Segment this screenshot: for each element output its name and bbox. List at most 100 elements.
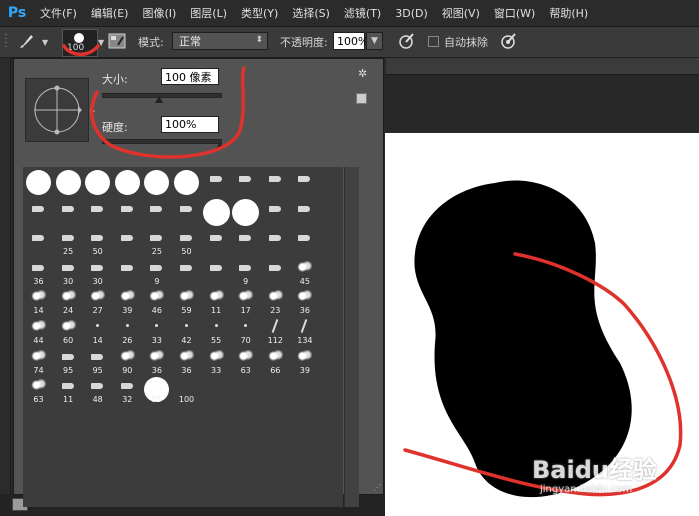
presets-scrollbar[interactable] [344,167,359,507]
resize-grip-icon[interactable]: ⋰ [373,483,381,492]
tool-preset-picker[interactable]: ▼ [18,27,50,57]
brush-preset-tile[interactable]: 50 [83,227,112,256]
brush-preset-tile[interactable]: 74 [24,346,53,375]
brush-preset-tile[interactable]: 24 [54,286,83,315]
menu-item[interactable]: 滤镜(T) [344,5,381,21]
brush-preset-tile[interactable]: 36 [142,346,171,375]
brush-preset-tile[interactable]: 23 [261,286,290,315]
hardness-slider-thumb[interactable] [216,142,224,149]
brush-preset-tile[interactable] [172,168,201,197]
brush-preset-tile[interactable] [261,227,290,256]
pressure-size-button[interactable] [500,27,518,57]
brush-preset-tile[interactable]: 59 [172,286,201,315]
brush-preset-tile[interactable] [83,198,112,227]
brush-preset-tile[interactable] [113,257,142,286]
brush-preset-tile[interactable]: 60 [54,316,83,345]
menu-item[interactable]: 帮助(H) [549,5,588,21]
brush-preset-tile[interactable]: 14 [24,286,53,315]
brush-preset-tile[interactable]: 36 [24,257,53,286]
new-preset-icon[interactable] [356,93,367,104]
brush-preset-tile[interactable]: 33 [202,346,231,375]
brush-preset-tile[interactable]: 70 [231,316,260,345]
brush-preset-tile[interactable]: 46 [142,286,171,315]
brush-preset-tile[interactable] [290,227,319,256]
brush-preset-tile[interactable] [231,168,260,197]
brush-preset-tile[interactable]: 26 [113,316,142,345]
brush-preset-tile[interactable] [113,198,142,227]
brush-preset-picker[interactable]: 100 [62,29,98,57]
pressure-opacity-button[interactable] [398,27,416,57]
menu-item[interactable]: 编辑(E) [91,5,129,21]
menu-item[interactable]: 图像(I) [142,5,176,21]
brush-preset-tile[interactable]: 9 [142,257,171,286]
brush-preset-tile[interactable] [202,227,231,256]
brush-preset-tile[interactable]: 55 [142,375,171,404]
brush-preset-tile[interactable]: 33 [142,316,171,345]
brush-preset-tile[interactable]: 30 [54,257,83,286]
brush-preset-tile[interactable]: 55 [202,316,231,345]
opacity-input[interactable]: 100% [333,32,368,50]
brush-preset-tile[interactable]: 36 [290,286,319,315]
gear-icon[interactable]: ✲ [358,67,367,80]
brush-preset-tile[interactable] [54,168,83,197]
brush-preset-tile[interactable] [24,198,53,227]
brush-preset-tile[interactable] [231,227,260,256]
brush-preset-tile[interactable] [83,168,112,197]
brush-preset-tile[interactable] [202,257,231,286]
brush-preset-tile[interactable] [290,168,319,197]
brush-preset-tile[interactable] [142,198,171,227]
menu-item[interactable]: 视图(V) [442,5,480,21]
brush-preset-tile[interactable]: 25 [54,227,83,256]
brush-preset-tile[interactable]: 27 [83,286,112,315]
brush-preset-tile[interactable]: 63 [231,346,260,375]
brush-preset-tile[interactable]: 25 [142,227,171,256]
brush-preset-tile[interactable]: 112 [261,316,290,345]
brush-preset-tile[interactable]: 14 [83,316,112,345]
brush-preset-tile[interactable]: 95 [83,346,112,375]
brush-preset-tile[interactable]: 42 [172,316,201,345]
menu-item[interactable]: 3D(D) [395,7,428,20]
brush-preset-tile[interactable] [290,198,319,227]
brush-preset-tile[interactable]: 17 [231,286,260,315]
menu-item[interactable]: 图层(L) [190,5,227,21]
brush-tip-preview[interactable] [25,78,89,142]
menu-item[interactable]: 文件(F) [40,5,77,21]
brush-preset-tile[interactable] [261,257,290,286]
brush-preset-tile[interactable] [172,257,201,286]
menu-item[interactable]: 选择(S) [292,5,330,21]
brush-preset-tile[interactable]: 39 [290,346,319,375]
brush-preset-tile[interactable]: 90 [113,346,142,375]
brush-preset-tile[interactable]: 30 [83,257,112,286]
brush-preset-tile[interactable]: 50 [172,227,201,256]
menu-item[interactable]: 窗口(W) [494,5,535,21]
brush-preset-tile[interactable]: 134 [290,316,319,345]
brush-preset-tile[interactable] [24,227,53,256]
brush-picker-chevron[interactable]: ▼ [98,27,104,57]
size-slider-thumb[interactable] [154,96,163,103]
brush-preset-tile[interactable]: 100 [172,375,201,404]
brush-preset-tile[interactable] [142,168,171,197]
brush-preset-tile[interactable]: 32 [113,375,142,404]
menu-item[interactable]: 类型(Y) [241,5,278,21]
brush-preset-tile[interactable]: 9 [231,257,260,286]
opacity-dropdown[interactable]: ▼ [366,32,383,50]
brush-preset-tile[interactable] [54,198,83,227]
auto-erase-checkbox[interactable] [428,36,439,47]
brush-preset-tile[interactable] [261,168,290,197]
brush-preset-tile[interactable] [113,168,142,197]
brush-preset-tile[interactable] [261,198,290,227]
brush-preset-tile[interactable] [202,198,231,227]
brush-preset-tile[interactable]: 63 [24,375,53,404]
brush-preset-tile[interactable] [172,198,201,227]
brush-preset-tile[interactable]: 11 [202,286,231,315]
brush-preset-tile[interactable] [231,198,260,227]
brush-panel-toggle[interactable] [108,27,126,57]
brush-preset-tile[interactable]: 36 [172,346,201,375]
brush-preset-tile[interactable]: 66 [261,346,290,375]
hardness-input[interactable]: 100% [161,116,219,133]
mode-select[interactable]: 正常 ⬍ [172,32,268,50]
hardness-slider-track[interactable] [102,139,222,144]
brush-preset-tile[interactable]: 11 [54,375,83,404]
brush-preset-tile[interactable]: 45 [290,257,319,286]
brush-preset-tile[interactable]: 48 [83,375,112,404]
